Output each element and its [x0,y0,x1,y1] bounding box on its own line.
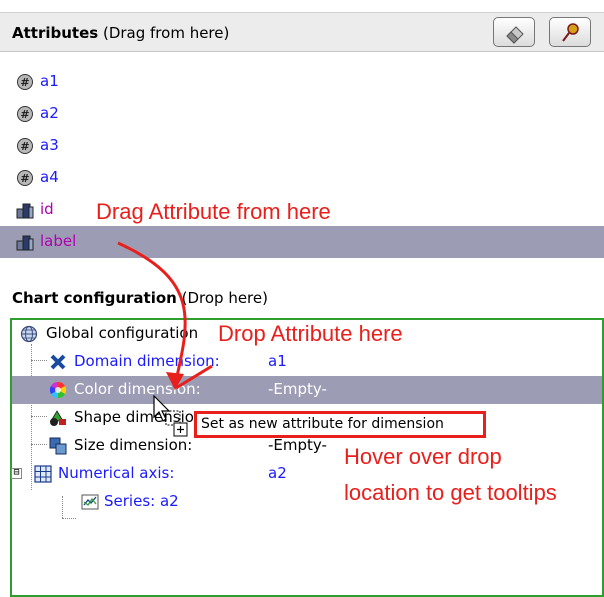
drag-cursor-icon [153,395,188,437]
collapse-toggle[interactable]: ⊟ [11,468,22,479]
attribute-item-a1[interactable]: # a1 [0,66,604,98]
tree-item-label: Domain dimension: [74,352,220,370]
series-chart-icon [81,494,99,510]
pin-icon [562,23,579,42]
pin-button[interactable] [549,17,591,47]
tree-item-value: a1 [268,352,287,370]
attribute-item-a2[interactable]: # a2 [0,98,604,130]
attributes-header: Attributes (Drag from here) [0,12,604,52]
grid-axis-icon [34,465,52,483]
attribute-label: a2 [40,104,59,122]
svg-text:#: # [20,140,29,153]
numeric-attribute-icon: # [17,170,33,186]
eraser-button[interactable] [493,17,535,47]
attributes-title-bold: Attributes [12,24,99,42]
drop-annotation: Drop Attribute here [218,321,403,346]
attribute-item-a3[interactable]: # a3 [0,130,604,162]
attributes-title-hint: (Drag from here) [102,24,230,42]
attribute-item-label[interactable]: label [0,226,604,258]
domain-x-icon [50,354,66,370]
svg-text:#: # [20,76,29,89]
tree-item-value: -Empty- [268,436,327,454]
attributes-title: Attributes (Drag from here) [12,24,229,42]
numeric-attribute-icon: # [17,138,33,154]
size-icon [49,437,67,455]
chart-configuration-title: Chart configuration (Drop here) [12,289,268,307]
chart-configuration-title-bold: Chart configuration [12,289,177,307]
numeric-attribute-icon: # [17,74,33,90]
attribute-label: a3 [40,136,59,154]
attributes-list: # a1 # a2 # a3 # a4 id label [0,64,604,274]
svg-text:#: # [20,108,29,121]
color-wheel-icon [49,381,67,399]
attribute-label: label [40,232,77,250]
drag-annotation: Drag Attribute from here [96,199,331,224]
tree-item-label: Global configuration [46,324,199,342]
tree-item-value: -Empty- [268,380,327,398]
nominal-attribute-icon [16,235,34,251]
nominal-attribute-icon [16,203,34,219]
tree-guide-line [62,518,76,519]
eraser-icon [506,26,524,44]
numeric-attribute-icon: # [17,106,33,122]
shapes-icon [50,410,66,426]
chart-configuration-panel: Global configuration Domain dimension: a… [10,318,604,597]
hover-annotation-line2: location to get tooltips [344,480,557,505]
svg-text:#: # [20,172,29,185]
tree-item-value: a2 [268,464,287,482]
hover-annotation-line1: Hover over drop [344,444,502,469]
globe-icon [20,325,38,343]
attribute-item-a4[interactable]: # a4 [0,162,604,194]
attributes-panel: Attributes (Drag from here) # a1 # a2 # … [0,0,604,283]
chart-configuration-title-hint: (Drop here) [181,289,268,307]
tree-item-color-dimension[interactable]: Color dimension: -Empty- [12,376,602,404]
tree-item-label: Series: a2 [104,492,179,510]
attribute-label: a1 [40,72,59,90]
tree-item-label: Numerical axis: [58,464,175,482]
drop-tooltip: Set as new attribute for dimension [194,411,486,438]
attribute-label: a4 [40,168,59,186]
attribute-label: id [40,200,54,218]
tree-item-domain-dimension[interactable]: Domain dimension: a1 [12,348,602,376]
